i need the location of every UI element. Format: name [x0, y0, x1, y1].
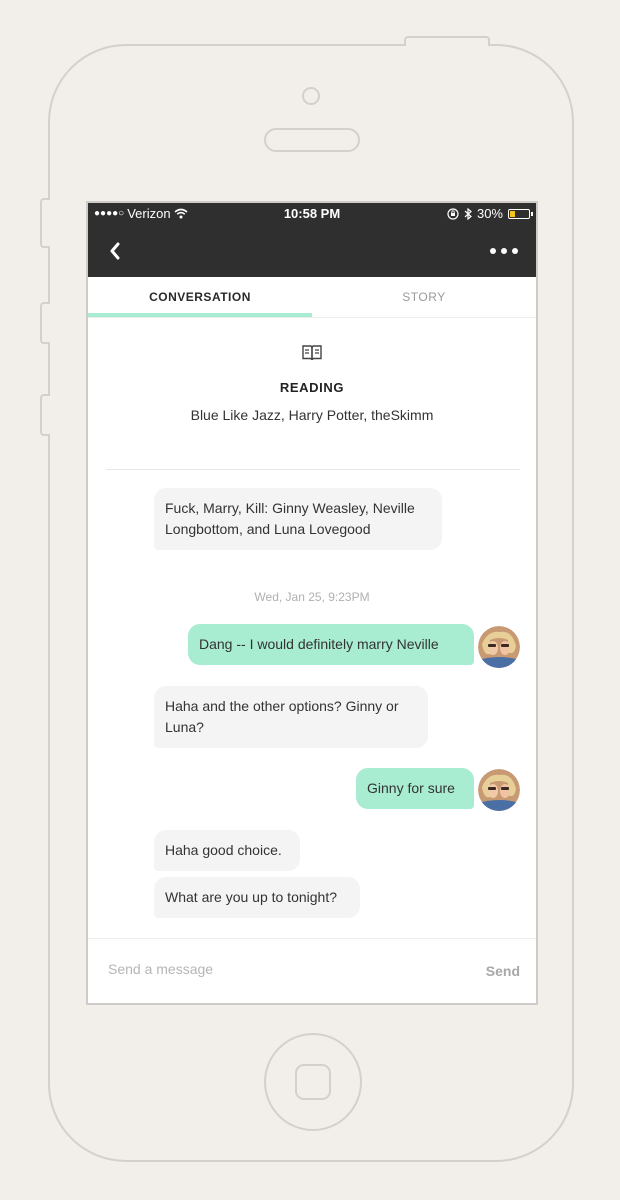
incoming-message: Haha and the other options? Ginny or Lun…: [154, 686, 428, 748]
battery-percent: 30%: [476, 206, 503, 221]
more-dot: [501, 248, 507, 254]
message-composer: Send: [88, 938, 536, 1003]
home-button: [264, 1033, 362, 1131]
front-camera: [302, 87, 320, 105]
app-screen: ●●●●○ Verizon 10:58 PM 30% CONVERSATION …: [86, 201, 538, 1005]
status-bar: ●●●●○ Verizon 10:58 PM 30%: [88, 203, 536, 225]
tab-bar: CONVERSATION STORY: [88, 277, 536, 318]
tab-story[interactable]: STORY: [312, 277, 536, 317]
home-square-icon: [295, 1064, 331, 1100]
book-icon: [302, 345, 322, 361]
section-divider: [106, 469, 520, 470]
message-input[interactable]: [108, 961, 438, 977]
incoming-message: What are you up to tonight?: [154, 877, 360, 918]
volume-down-button: [40, 394, 50, 436]
battery-icon: [508, 208, 533, 219]
avatar-photo: [478, 626, 520, 668]
earpiece-speaker: [264, 128, 360, 152]
send-button[interactable]: Send: [486, 963, 520, 979]
outgoing-message: Ginny for sure: [356, 768, 474, 809]
back-button[interactable]: [104, 239, 128, 263]
bluetooth-icon: [464, 207, 472, 220]
incoming-message: Haha good choice.: [154, 830, 300, 871]
top-nav-bar: [88, 225, 536, 277]
rotation-lock-icon: [447, 207, 459, 220]
active-tab-indicator: [88, 313, 312, 317]
power-button: [404, 36, 490, 46]
incoming-message: Fuck, Marry, Kill: Ginny Weasley, Nevill…: [154, 488, 442, 550]
tab-conversation[interactable]: CONVERSATION: [88, 277, 312, 317]
volume-up-button: [40, 302, 50, 344]
more-dot: [512, 248, 518, 254]
user-avatar[interactable]: [478, 626, 520, 668]
avatar-photo: [478, 769, 520, 811]
user-avatar[interactable]: [478, 769, 520, 811]
reading-title: READING: [279, 380, 345, 395]
mute-switch: [40, 198, 50, 248]
reading-list: Blue Like Jazz, Harry Potter, theSkimm: [190, 407, 434, 423]
message-timestamp: Wed, Jan 25, 9:23PM: [254, 590, 370, 604]
chevron-left-icon: [110, 242, 120, 260]
outgoing-message: Dang -- I would definitely marry Neville: [188, 624, 474, 665]
reading-section: READING Blue Like Jazz, Harry Potter, th…: [88, 343, 536, 423]
more-dot: [490, 248, 496, 254]
more-options-button[interactable]: [490, 241, 518, 261]
